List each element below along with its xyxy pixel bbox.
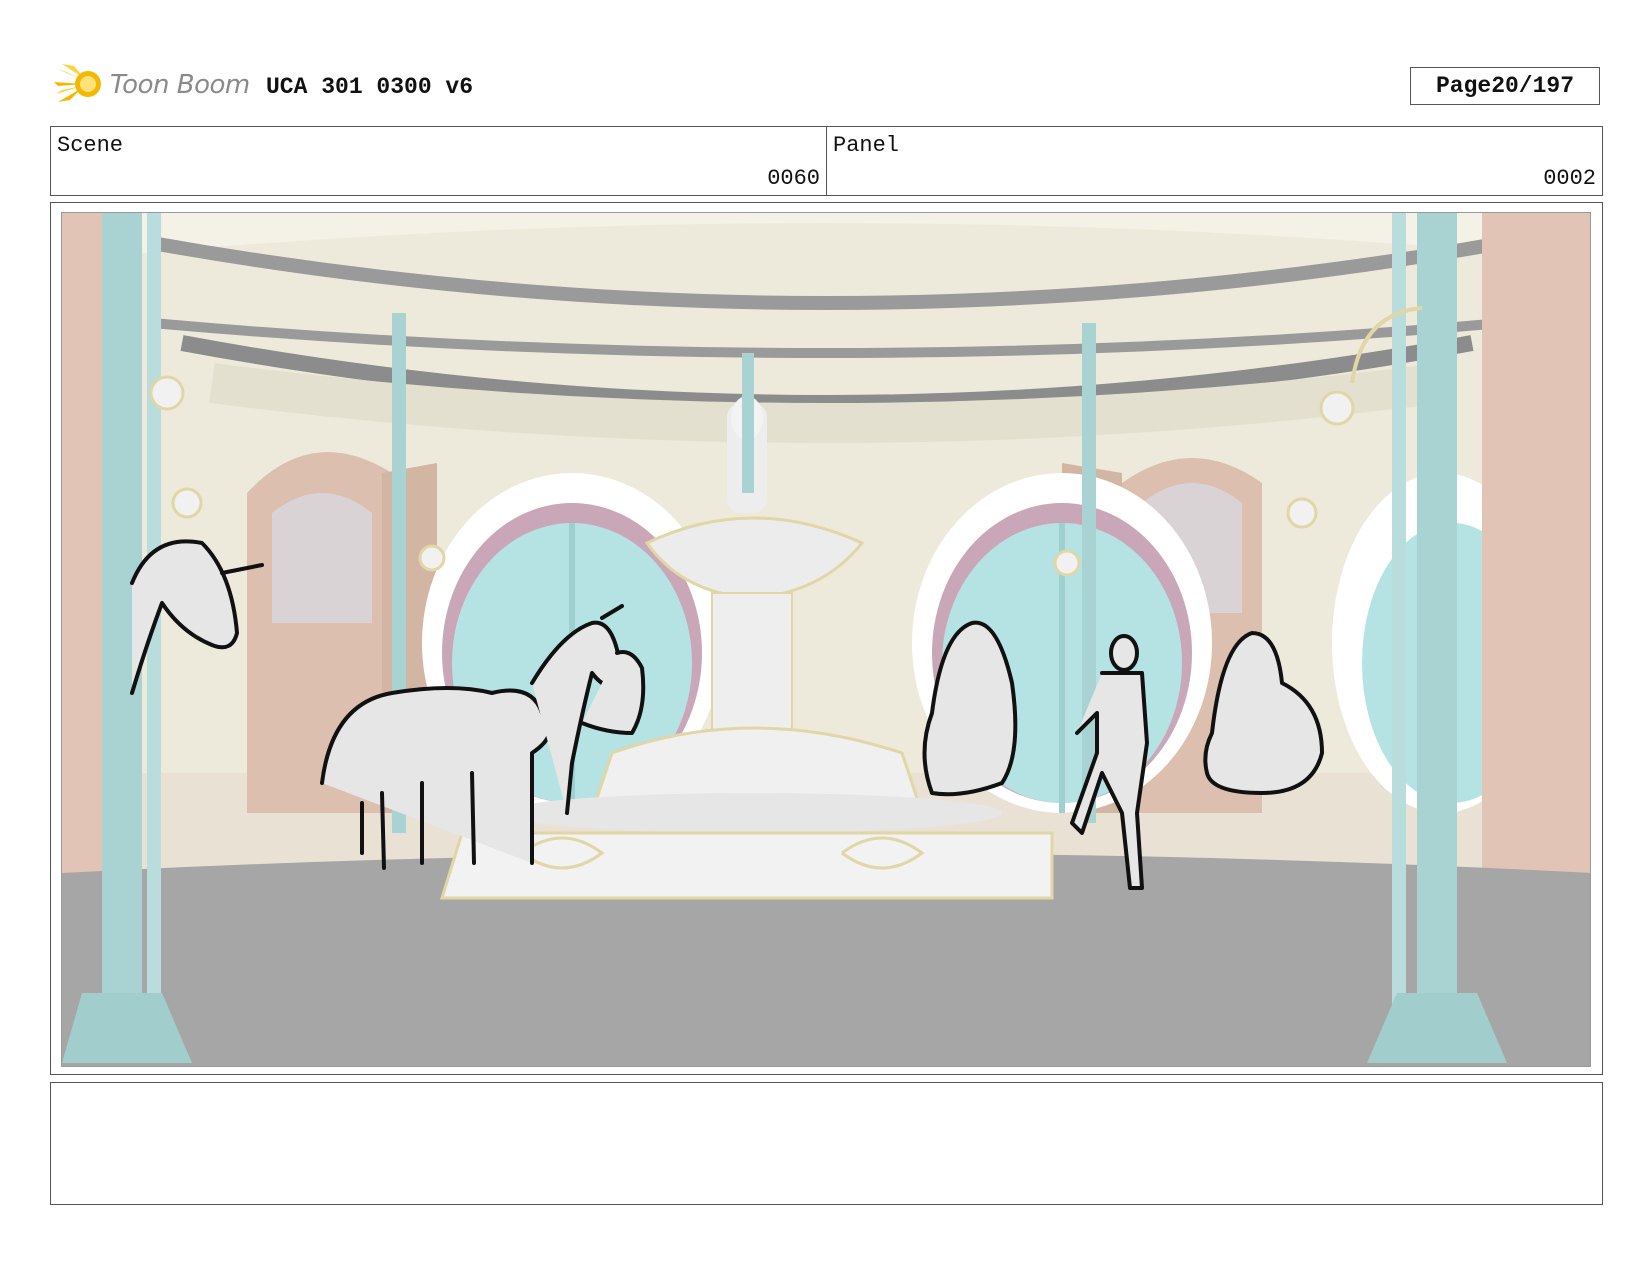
scene-cell: Scene 0060	[51, 127, 826, 195]
page-label: Page	[1435, 73, 1492, 99]
document-title: UCA 301 0300 v6	[266, 74, 474, 100]
scene-number: 0060	[767, 166, 820, 191]
panel-notes-box	[50, 1082, 1603, 1205]
panel-frame	[50, 202, 1603, 1075]
toon-boom-logo: Toon Boom	[52, 60, 252, 112]
scene-label: Scene	[57, 133, 124, 158]
panel-number: 0002	[1543, 166, 1596, 191]
page-number: 20/197	[1491, 73, 1575, 99]
starburst-icon	[54, 64, 101, 102]
logo-text: Toon Boom	[110, 70, 250, 100]
page-indicator: Page 20/197	[1410, 67, 1600, 105]
storyboard-header: Toon Boom UCA 301 0300 v6 Page 20/197	[52, 56, 1602, 116]
panel-label: Panel	[833, 133, 900, 158]
storyboard-panel-image	[61, 212, 1591, 1067]
scene-panel-info: Scene 0060 Panel 0002	[50, 126, 1603, 196]
panel-cell: Panel 0002	[826, 127, 1602, 195]
fountain-hall-scene	[62, 213, 1590, 1066]
